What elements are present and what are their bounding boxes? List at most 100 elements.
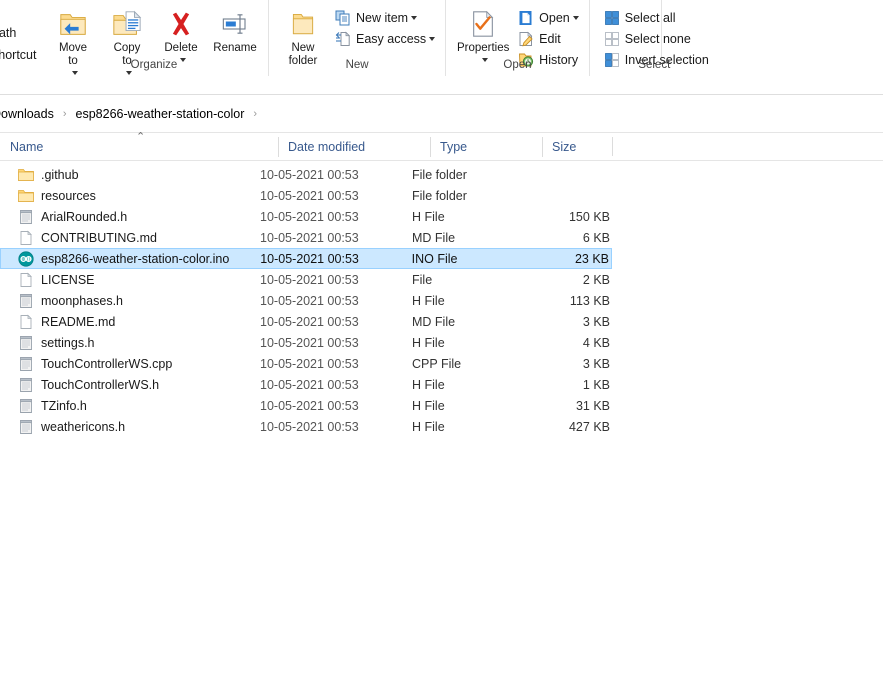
new-item-button[interactable]: New item xyxy=(331,7,439,28)
file-name-cell[interactable]: weathericons.h xyxy=(0,419,260,435)
breadcrumb-item-project[interactable]: esp8266-weather-station-color xyxy=(76,107,245,121)
arduino-ino-icon xyxy=(18,250,34,267)
chevron-down-icon[interactable] xyxy=(572,15,579,20)
file-row[interactable]: README.md 10-05-2021 00:53 MD File 3 KB xyxy=(0,311,612,332)
file-date-cell: 10-05-2021 00:53 xyxy=(260,314,359,329)
clipped-clipboard-labels: path shortcut xyxy=(0,0,40,76)
column-header-end-divider xyxy=(612,137,613,156)
column-header-type[interactable]: Type xyxy=(430,133,542,161)
file-date-cell: 10-05-2021 00:53 xyxy=(260,230,359,245)
breadcrumb-chevron-icon[interactable]: › xyxy=(253,108,257,120)
file-name-label: settings.h xyxy=(41,335,95,350)
file-date-cell: 10-05-2021 00:53 xyxy=(260,251,359,266)
h-file-icon xyxy=(20,335,32,350)
breadcrumb-item-downloads[interactable]: Downloads xyxy=(0,107,54,121)
file-name-cell[interactable]: TouchControllerWS.h xyxy=(0,377,260,393)
file-size-cell: 1 KB xyxy=(582,377,610,392)
folder-icon xyxy=(18,168,34,181)
file-name-label: README.md xyxy=(41,314,116,329)
file-name-label: TZinfo.h xyxy=(41,398,87,413)
properties-button[interactable]: Properties xyxy=(452,3,514,64)
file-type-cell: H File xyxy=(412,209,445,224)
properties-label: Properties xyxy=(456,42,510,54)
select-none-button[interactable]: Select none xyxy=(600,28,713,49)
file-size-cell: 427 KB xyxy=(568,419,610,434)
column-header-size[interactable]: Size xyxy=(542,133,612,161)
select-all-label: Select all xyxy=(624,10,676,25)
file-date-cell: 10-05-2021 00:53 xyxy=(260,167,359,182)
h-file-icon xyxy=(20,356,32,371)
file-row[interactable]: CONTRIBUTING.md 10-05-2021 00:53 MD File 6 … xyxy=(0,227,612,248)
file-row[interactable]: settings.h 10-05-2021 00:53 H File 4 KB xyxy=(0,332,612,353)
file-row[interactable]: moonphases.h 10-05-2021 00:53 H File 113 KB xyxy=(0,290,612,311)
h-file-icon xyxy=(18,377,34,393)
file-row[interactable]: TouchControllerWS.cpp 10-05-2021 00:53 CPP… xyxy=(0,353,612,374)
file-name-cell[interactable]: TZinfo.h xyxy=(0,398,260,414)
file-date-cell: 10-05-2021 00:53 xyxy=(260,419,359,434)
select-all-button[interactable]: Select all xyxy=(600,7,713,28)
properties-icon xyxy=(470,7,496,41)
file-name-cell[interactable]: .github xyxy=(0,167,260,183)
new-item-icon xyxy=(333,10,353,26)
file-size-cell: 31 KB xyxy=(575,398,610,413)
file-size-cell: 23 KB xyxy=(574,251,609,266)
file-row[interactable]: esp8266-weather-station-color.ino 10-05-2… xyxy=(0,248,612,269)
file-type-cell: INO File xyxy=(411,251,458,266)
ribbon-group-label-select: Select xyxy=(638,59,671,71)
h-file-icon xyxy=(18,398,34,414)
ribbon-toolbar: path shortcut Move to xyxy=(0,0,883,95)
open-button[interactable]: Open xyxy=(514,7,583,28)
chevron-down-icon[interactable] xyxy=(411,15,418,20)
folder-icon xyxy=(18,167,34,183)
rename-label: Rename xyxy=(213,42,257,54)
h-file-icon xyxy=(20,398,32,413)
file-row[interactable]: .github 10-05-2021 00:53 File folder xyxy=(0,164,612,185)
column-header-name[interactable]: Name ⌃ xyxy=(0,131,278,161)
file-name-label: .github xyxy=(41,167,79,182)
file-type-cell: MD File xyxy=(412,314,456,329)
file-type-cell: H File xyxy=(412,335,445,350)
file-row[interactable]: weathericons.h 10-05-2021 00:53 H File 427 … xyxy=(0,416,612,437)
easy-access-label: Easy access xyxy=(356,31,427,46)
ribbon-group-divider xyxy=(661,0,662,57)
file-name-cell[interactable]: TouchControllerWS.cpp xyxy=(0,356,260,372)
ribbon-group-label-organize: Organize xyxy=(130,59,178,71)
file-type-cell: File folder xyxy=(412,188,467,203)
file-name-cell[interactable]: README.md xyxy=(0,314,260,330)
file-row[interactable]: TZinfo.h 10-05-2021 00:53 H File 31 KB xyxy=(0,395,612,416)
file-name-label: LICENSE xyxy=(41,272,95,287)
file-name-label: ArialRounded.h xyxy=(41,209,128,224)
clipped-label-copy-path: path xyxy=(0,26,17,40)
delete-button[interactable]: Delete xyxy=(154,3,208,64)
file-type-cell: H File xyxy=(412,293,445,308)
file-row[interactable]: LICENSE 10-05-2021 00:53 File 2 KB xyxy=(0,269,612,290)
file-row[interactable]: TouchControllerWS.h 10-05-2021 00:53 H Fil… xyxy=(0,374,612,395)
generic-file-icon xyxy=(20,230,32,245)
file-date-cell: 10-05-2021 00:53 xyxy=(260,377,359,392)
generic-file-icon xyxy=(18,272,34,288)
h-file-icon xyxy=(18,209,34,225)
new-group-small-buttons: New item Easy access xyxy=(331,3,439,49)
edit-label: Edit xyxy=(539,31,561,46)
file-row[interactable]: resources 10-05-2021 00:53 File folder xyxy=(0,185,612,206)
file-name-cell[interactable]: moonphases.h xyxy=(0,293,260,309)
file-name-cell[interactable]: CONTRIBUTING.md xyxy=(0,230,260,246)
column-header-date-modified[interactable]: Date modified xyxy=(278,133,430,161)
move-to-icon xyxy=(58,7,88,41)
file-name-cell[interactable]: ArialRounded.h xyxy=(0,209,260,225)
edit-button[interactable]: Edit xyxy=(514,28,583,49)
file-name-cell[interactable]: LICENSE xyxy=(0,272,260,288)
file-name-cell[interactable]: settings.h xyxy=(0,335,260,351)
file-row[interactable]: ArialRounded.h 10-05-2021 00:53 H File 150 … xyxy=(0,206,612,227)
file-name-cell[interactable]: resources xyxy=(0,188,260,204)
chevron-down-icon[interactable] xyxy=(429,36,436,41)
breadcrumb-chevron-icon[interactable]: › xyxy=(63,108,67,120)
rename-button[interactable]: Rename xyxy=(208,3,262,55)
new-item-label: New item xyxy=(356,10,409,25)
new-folder-icon xyxy=(289,7,317,41)
delete-label: Delete xyxy=(164,42,198,54)
h-file-icon xyxy=(18,419,34,435)
h-file-icon xyxy=(18,356,34,372)
file-name-cell[interactable]: esp8266-weather-station-color.ino xyxy=(1,250,260,267)
easy-access-button[interactable]: Easy access xyxy=(331,28,439,49)
